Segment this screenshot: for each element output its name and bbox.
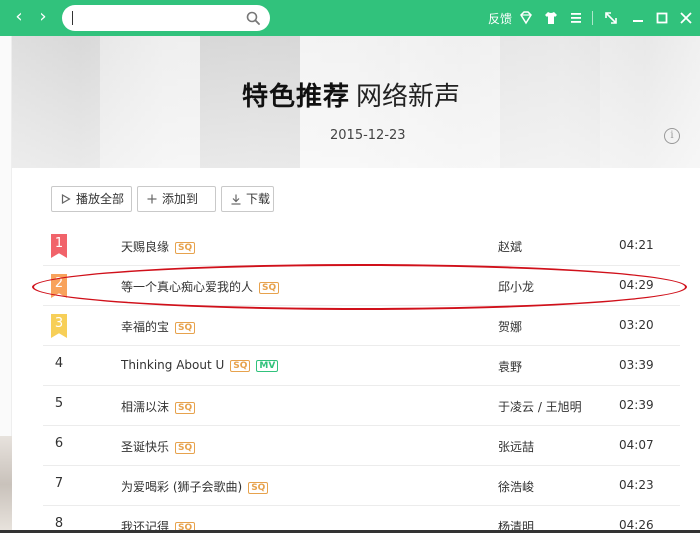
track-duration: 04:23 (619, 478, 654, 492)
track-duration: 04:21 (619, 238, 654, 252)
playlist-date: 2015-12-23 (330, 128, 406, 143)
track-title[interactable]: 天赐良缘 SQ (121, 238, 196, 255)
page-title-strong: 特色推荐 (242, 82, 351, 112)
track-title[interactable]: 圣诞快乐 SQ (121, 438, 196, 455)
page-title: 特色推荐 网络新声 (242, 76, 460, 113)
table-row[interactable]: 6 圣诞快乐 SQ 张远喆 04:07 (43, 426, 680, 466)
track-title[interactable]: 为爱喝彩 (狮子会歌曲) SQ (121, 478, 269, 495)
track-artist[interactable]: 徐浩峻 (498, 478, 534, 495)
track-rank: 2 (51, 274, 67, 298)
playlist-banner: 特色推荐 网络新声 2015-12-23 i (12, 36, 700, 168)
sq-badge: SQ (175, 442, 196, 454)
track-title[interactable]: Thinking About U SQ MV (121, 358, 279, 372)
track-artist[interactable]: 袁野 (498, 358, 522, 375)
skin-icon[interactable] (543, 10, 559, 26)
sq-badge: SQ (248, 482, 269, 494)
download-icon (231, 194, 241, 205)
track-title[interactable]: 等一个真心痴心爱我的人 SQ (121, 278, 280, 295)
mini-mode-icon[interactable] (603, 10, 619, 26)
table-row[interactable]: 1 天赐良缘 SQ 赵斌 04:21 (43, 226, 680, 266)
table-row[interactable]: 3 幸福的宝 SQ 贺娜 03:20 (43, 306, 680, 346)
forward-button[interactable]: › (34, 8, 52, 27)
sq-badge: SQ (175, 322, 196, 334)
track-artist[interactable]: 张远喆 (498, 438, 534, 455)
track-duration: 02:39 (619, 398, 654, 412)
track-duration: 04:07 (619, 438, 654, 452)
track-artist[interactable]: 邱小龙 (498, 278, 534, 295)
add-to-label: 添加到 (162, 192, 199, 206)
track-rank: 5 (54, 396, 64, 411)
download-label: 下载 (246, 192, 271, 206)
plus-icon (147, 194, 157, 204)
feedback-button[interactable]: 反馈 (488, 10, 512, 27)
track-rank: 6 (54, 436, 64, 451)
search-input[interactable] (62, 5, 270, 31)
track-duration: 03:39 (619, 358, 654, 372)
track-rank: 4 (54, 356, 64, 371)
toolbar-divider (592, 11, 593, 25)
track-duration: 03:20 (619, 318, 654, 332)
page-title-light: 网络新声 (356, 82, 461, 112)
track-artist[interactable]: 贺娜 (498, 318, 522, 335)
download-button[interactable]: 下载 (221, 186, 274, 212)
table-row[interactable]: 4 Thinking About U SQ MV 袁野 03:39 (43, 346, 680, 386)
info-icon[interactable]: i (664, 128, 680, 144)
sq-badge: SQ (230, 360, 251, 372)
play-all-label: 播放全部 (76, 192, 125, 206)
track-title[interactable]: 相濡以沫 SQ (121, 398, 196, 415)
sq-badge: SQ (175, 402, 196, 414)
track-artist[interactable]: 赵斌 (498, 238, 522, 255)
minimize-icon[interactable] (630, 10, 646, 26)
sq-badge: SQ (259, 282, 280, 294)
top-bar: ‹ › 反馈 (0, 0, 700, 36)
track-rank: 1 (51, 234, 67, 258)
play-icon (61, 194, 71, 204)
diamond-icon[interactable] (518, 10, 534, 26)
table-row[interactable]: 5 相濡以沫 SQ 于凌云 / 王旭明 02:39 (43, 386, 680, 426)
track-title[interactable]: 幸福的宝 SQ (121, 318, 196, 335)
track-artist[interactable]: 于凌云 / 王旭明 (498, 398, 582, 415)
track-rank: 7 (54, 476, 64, 491)
add-to-button[interactable]: 添加到 (137, 186, 216, 212)
play-all-button[interactable]: 播放全部 (51, 186, 132, 212)
menu-icon[interactable] (568, 10, 584, 26)
left-edge-thumbnail (0, 436, 12, 533)
search-icon[interactable] (246, 11, 260, 25)
track-rank: 3 (51, 314, 67, 338)
close-icon[interactable] (678, 10, 694, 26)
track-duration: 04:29 (619, 278, 654, 292)
text-cursor (72, 11, 73, 25)
maximize-icon[interactable] (654, 10, 670, 26)
table-row[interactable]: 8 我还记得 SQ 杨清明 04:26 (43, 506, 680, 533)
sq-badge: SQ (175, 242, 196, 254)
table-row[interactable]: 2 等一个真心痴心爱我的人 SQ 邱小龙 04:29 (43, 266, 680, 306)
table-row[interactable]: 7 为爱喝彩 (狮子会歌曲) SQ 徐浩峻 04:23 (43, 466, 680, 506)
back-button[interactable]: ‹ (10, 8, 28, 27)
mv-badge[interactable]: MV (256, 360, 279, 372)
